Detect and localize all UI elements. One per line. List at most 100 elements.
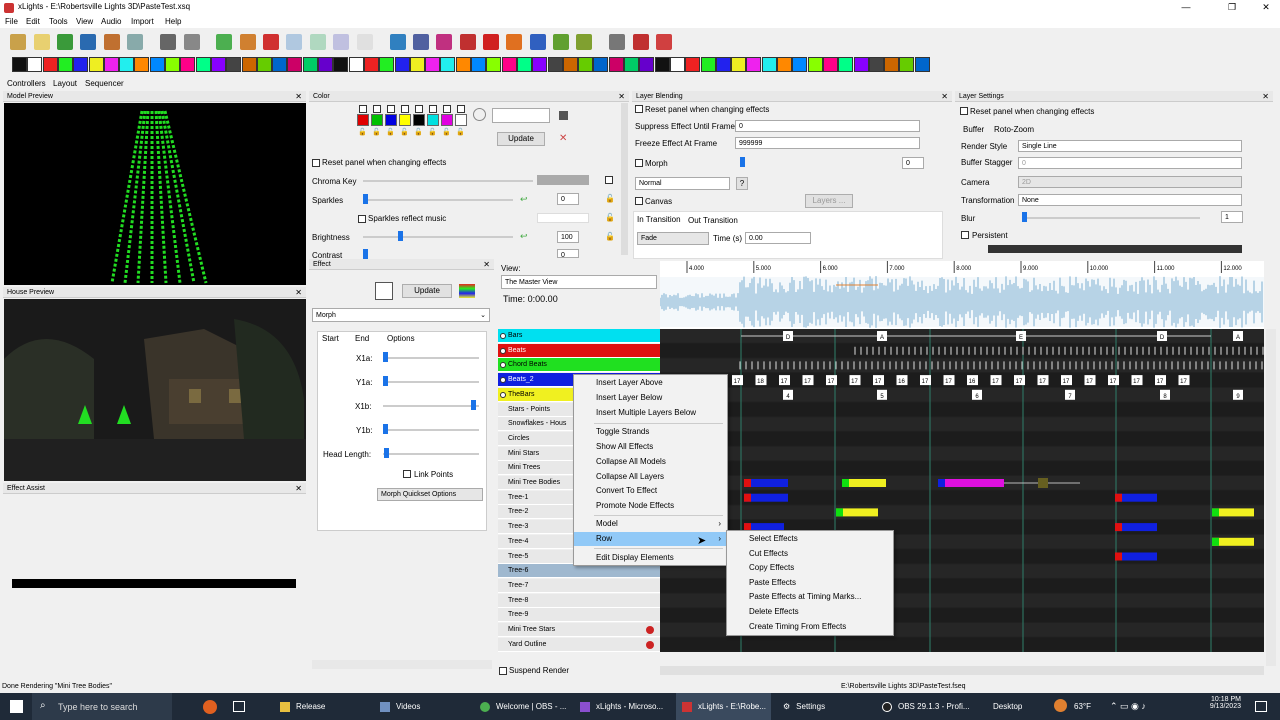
lock-icon[interactable]: 🔓 bbox=[442, 128, 451, 136]
chroma-color-swatch[interactable] bbox=[537, 175, 589, 185]
effect-icon[interactable] bbox=[746, 57, 761, 72]
effect-icon[interactable] bbox=[379, 57, 394, 72]
effect-icon[interactable] bbox=[532, 57, 547, 72]
close-button[interactable]: ✕ bbox=[1254, 1, 1278, 14]
lock-icon[interactable]: 🔓 bbox=[400, 128, 409, 136]
warning-icon[interactable] bbox=[483, 34, 499, 50]
sparkle-color-swatch[interactable] bbox=[537, 213, 589, 223]
row-label[interactable]: Yard Outline bbox=[498, 638, 660, 652]
tab-buffer[interactable]: Buffer bbox=[963, 125, 984, 134]
palette-checkbox[interactable] bbox=[457, 105, 465, 113]
copy-effects-item[interactable]: Copy Effects bbox=[727, 561, 893, 575]
taskbar-obs-welcome[interactable]: Welcome | OBS - ... bbox=[480, 693, 566, 720]
bulb-icon[interactable] bbox=[357, 34, 373, 50]
palette-swatch[interactable] bbox=[385, 114, 397, 126]
effect-icon[interactable] bbox=[73, 57, 88, 72]
render-icon[interactable] bbox=[646, 626, 654, 634]
taskbar-xlights[interactable]: xLights - E:\Robe... bbox=[676, 693, 771, 720]
effect-icon[interactable] bbox=[211, 57, 226, 72]
timing-radio-icon[interactable] bbox=[500, 348, 506, 354]
contrast-value[interactable]: 0 bbox=[557, 249, 579, 258]
view-dropdown[interactable]: The Master View bbox=[501, 275, 657, 289]
link-points-checkbox[interactable] bbox=[403, 470, 411, 478]
effect-icon[interactable] bbox=[655, 57, 670, 72]
zoom-fit-icon[interactable] bbox=[656, 34, 672, 50]
effect-icon[interactable] bbox=[364, 57, 379, 72]
effect-icon[interactable] bbox=[624, 57, 639, 72]
brightness-slider-thumb[interactable] bbox=[398, 231, 403, 241]
effect-icon[interactable] bbox=[12, 57, 27, 72]
head-length-thumb[interactable] bbox=[384, 448, 389, 458]
palette-dropdown[interactable] bbox=[492, 108, 550, 123]
save-palette-icon[interactable] bbox=[559, 111, 568, 120]
palette-swatch[interactable] bbox=[357, 114, 369, 126]
paste-effects-item[interactable]: Paste Effects bbox=[727, 576, 893, 590]
color-update-button[interactable]: Update bbox=[497, 132, 545, 146]
y1b-slider[interactable] bbox=[383, 429, 479, 431]
tab-end[interactable]: End bbox=[355, 334, 369, 343]
effect-icon[interactable] bbox=[502, 57, 517, 72]
persistent-checkbox[interactable] bbox=[961, 231, 969, 239]
effect-icon[interactable] bbox=[395, 57, 410, 72]
palette-checkbox[interactable] bbox=[359, 105, 367, 113]
freeze-input[interactable]: 999999 bbox=[735, 137, 920, 149]
effect-icon[interactable] bbox=[716, 57, 731, 72]
save-icon[interactable] bbox=[80, 34, 96, 50]
grid-icon[interactable] bbox=[413, 34, 429, 50]
save-as-icon[interactable] bbox=[104, 34, 120, 50]
palette-swatch[interactable] bbox=[413, 114, 425, 126]
blur-value[interactable]: 1 bbox=[1221, 211, 1243, 223]
effect-icon[interactable] bbox=[349, 57, 364, 72]
effect-icon[interactable] bbox=[838, 57, 853, 72]
model-preview-canvas[interactable] bbox=[4, 103, 306, 285]
lock-icon[interactable]: 🔓 bbox=[605, 213, 615, 222]
render-icon[interactable] bbox=[646, 641, 654, 649]
x1b-slider[interactable] bbox=[383, 405, 479, 407]
close-icon[interactable]: ✕ bbox=[295, 91, 302, 102]
morph-slider-thumb[interactable] bbox=[740, 157, 745, 167]
timeline-area[interactable]: 4.000 5.000 6.000 7.000 8.000 9.000 10.000 11.0… bbox=[660, 261, 1264, 329]
x1a-slider[interactable] bbox=[383, 357, 479, 359]
effect-icon[interactable] bbox=[685, 57, 700, 72]
effect-icon[interactable] bbox=[884, 57, 899, 72]
effect-icon[interactable] bbox=[762, 57, 777, 72]
sparkle-icon[interactable] bbox=[553, 34, 569, 50]
cut-effects-item[interactable]: Cut Effects bbox=[727, 547, 893, 561]
effect-icon[interactable] bbox=[777, 57, 792, 72]
color-scrollbar[interactable] bbox=[621, 103, 628, 255]
camera-icon[interactable] bbox=[160, 34, 176, 50]
effect-icon[interactable] bbox=[226, 57, 241, 72]
effect-icon[interactable] bbox=[471, 57, 486, 72]
menu-file[interactable]: File bbox=[5, 17, 18, 26]
weather-icon[interactable] bbox=[1054, 699, 1067, 712]
camera-dropdown[interactable]: 2D bbox=[1018, 176, 1242, 188]
taskbar-videos[interactable]: Videos bbox=[380, 693, 420, 720]
delete-effects-item[interactable]: Delete Effects bbox=[727, 605, 893, 619]
palette-checkbox[interactable] bbox=[387, 105, 395, 113]
brightness-value[interactable]: 100 bbox=[557, 231, 579, 243]
collapse-all-models-item[interactable]: Collapse All Models bbox=[574, 455, 727, 469]
zoom-in-icon[interactable] bbox=[609, 34, 625, 50]
close-icon[interactable]: ✕ bbox=[295, 287, 302, 298]
effect-icon[interactable] bbox=[150, 57, 165, 72]
tray-icons[interactable]: ⌃ ▭ ◉ ♪ bbox=[1110, 693, 1146, 720]
effect-icon[interactable] bbox=[899, 57, 914, 72]
house-icon[interactable] bbox=[506, 34, 522, 50]
buffer-stagger-input[interactable]: 0 bbox=[1018, 157, 1242, 169]
effect-hscroll[interactable] bbox=[312, 660, 492, 669]
effect-icon[interactable] bbox=[548, 57, 563, 72]
row-label[interactable]: Tree-8 bbox=[498, 594, 660, 608]
maximize-button[interactable]: ❐ bbox=[1220, 1, 1244, 14]
effect-icon[interactable] bbox=[333, 57, 348, 72]
effect-icon[interactable] bbox=[43, 57, 58, 72]
render-icon[interactable] bbox=[127, 34, 143, 50]
effect-icon[interactable] bbox=[792, 57, 807, 72]
lock-icon[interactable]: 🔓 bbox=[358, 128, 367, 136]
timing-radio-icon[interactable] bbox=[500, 333, 506, 339]
insert-layer-below-item[interactable]: Insert Layer Below bbox=[574, 391, 727, 405]
layers-icon[interactable] bbox=[436, 34, 452, 50]
lb-reset-checkbox[interactable] bbox=[635, 105, 643, 113]
effect-icon[interactable] bbox=[670, 57, 685, 72]
sparkles-slider-track[interactable] bbox=[363, 199, 513, 201]
effect-type-dropdown[interactable]: Morph ⌄ bbox=[312, 308, 490, 322]
